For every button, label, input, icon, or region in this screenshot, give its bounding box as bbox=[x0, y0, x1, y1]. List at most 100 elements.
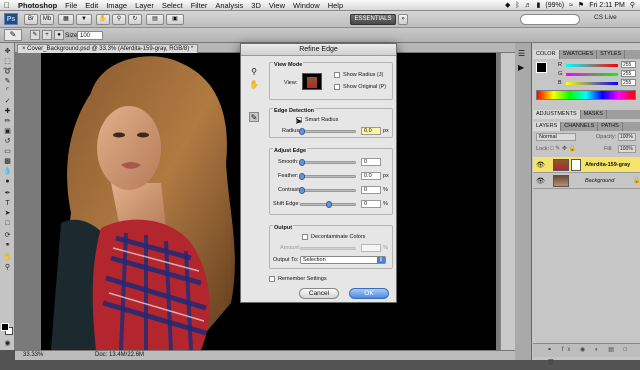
hand-tool-icon[interactable]: ✋ bbox=[96, 14, 110, 25]
bridge-icon[interactable]: Br bbox=[24, 14, 38, 25]
smooth-value-field[interactable]: 0 bbox=[361, 158, 381, 166]
new-selection-icon[interactable]: ✎ bbox=[30, 30, 40, 40]
tab-styles[interactable]: STYLES bbox=[597, 50, 626, 59]
refine-radius-tool-icon[interactable]: ✎ bbox=[249, 112, 259, 122]
green-slider[interactable] bbox=[566, 73, 618, 76]
ok-button[interactable]: OK bbox=[349, 288, 389, 299]
dodge-tool-icon[interactable]: ● bbox=[2, 177, 13, 186]
hand-tool-icon[interactable]: ✋ bbox=[249, 80, 259, 90]
menu-analysis[interactable]: Analysis bbox=[211, 1, 247, 10]
radius-slider[interactable] bbox=[299, 128, 356, 135]
opacity-field[interactable]: 100% bbox=[618, 133, 636, 141]
view-mode-thumbnail[interactable] bbox=[302, 73, 322, 90]
show-radius-checkbox[interactable] bbox=[334, 72, 340, 78]
tab-color[interactable]: COLOR bbox=[533, 50, 560, 59]
output-to-select[interactable]: Selection ⇕ bbox=[300, 256, 386, 264]
tab-adjustments[interactable]: ADJUSTMENTS bbox=[533, 110, 581, 119]
search-field[interactable] bbox=[520, 14, 580, 25]
tab-paths[interactable]: PATHS bbox=[598, 122, 623, 131]
zoom-tool-icon[interactable]: ⚲ bbox=[249, 67, 259, 77]
arrange-documents-icon[interactable]: ▤ bbox=[146, 14, 164, 25]
workspace-more-icon[interactable]: » bbox=[398, 14, 408, 25]
feather-slider[interactable] bbox=[299, 173, 356, 180]
cs-live-button[interactable]: CS Live bbox=[594, 14, 617, 21]
3d-rotate-tool-icon[interactable]: ⟳ bbox=[2, 231, 13, 240]
smooth-slider[interactable] bbox=[299, 159, 356, 166]
history-brush-tool-icon[interactable]: ↺ bbox=[2, 137, 13, 146]
show-original-checkbox[interactable] bbox=[334, 84, 340, 90]
menu-edit[interactable]: Edit bbox=[81, 1, 102, 10]
quick-selection-tool-icon[interactable]: ✎ bbox=[2, 77, 13, 86]
decontaminate-colors-checkbox[interactable] bbox=[302, 234, 308, 240]
eyedropper-tool-icon[interactable]: ✓ bbox=[2, 97, 13, 106]
move-tool-icon[interactable]: ✥ bbox=[2, 47, 13, 56]
history-panel-icon[interactable]: ☰ bbox=[518, 49, 525, 58]
zoom-tool-icon[interactable]: ⚲ bbox=[2, 263, 13, 272]
menu-app-name[interactable]: Photoshop bbox=[14, 1, 61, 10]
tab-swatches[interactable]: SWATCHES bbox=[560, 50, 598, 59]
dropbox-icon[interactable]: ◆ bbox=[505, 1, 510, 9]
document-tab[interactable]: × Cover_Background.psd @ 33.3% (Aferdita… bbox=[17, 44, 199, 53]
foreground-color-swatch[interactable] bbox=[1, 323, 9, 331]
clock[interactable]: Fri 2:11 PM bbox=[589, 2, 625, 9]
menu-file[interactable]: File bbox=[61, 1, 81, 10]
document-info[interactable]: Doc: 13.4M/22.6M bbox=[95, 352, 144, 358]
cancel-button[interactable]: Cancel bbox=[299, 288, 339, 299]
battery-icon[interactable]: ▮ bbox=[537, 1, 541, 9]
red-slider[interactable] bbox=[566, 64, 618, 67]
shift-edge-slider-knob[interactable] bbox=[326, 201, 332, 208]
blue-value[interactable]: 255 bbox=[621, 79, 636, 86]
contrast-slider-knob[interactable] bbox=[299, 187, 305, 194]
input-flag-icon[interactable]: ⚑ bbox=[578, 1, 584, 9]
marquee-tool-icon[interactable]: ⬚ bbox=[2, 57, 13, 66]
brush-picker-icon[interactable]: ● bbox=[54, 30, 64, 40]
menu-image[interactable]: Image bbox=[102, 1, 131, 10]
zoom-readout[interactable]: 33.33% bbox=[23, 352, 43, 358]
tool-preset-picker[interactable]: ✎ bbox=[4, 29, 22, 41]
fill-field[interactable]: 100% bbox=[618, 145, 636, 153]
eraser-tool-icon[interactable]: ▭ bbox=[2, 147, 13, 156]
contrast-value-field[interactable]: 0 bbox=[361, 186, 381, 194]
red-value[interactable]: 255 bbox=[621, 61, 636, 68]
path-selection-tool-icon[interactable]: ➤ bbox=[2, 209, 13, 218]
feather-value-field[interactable]: 0.0 bbox=[361, 172, 381, 180]
layers-footer-icons[interactable]: ⚭ fx ◉ ◐ ▤ □ 🗑 bbox=[533, 343, 640, 366]
shift-edge-slider[interactable] bbox=[300, 201, 356, 208]
zoom-tool-icon[interactable]: ⚲ bbox=[112, 14, 126, 25]
menu-window[interactable]: Window bbox=[289, 1, 324, 10]
menu-3d[interactable]: 3D bbox=[247, 1, 265, 10]
smooth-slider-knob[interactable] bbox=[299, 159, 305, 166]
size-field[interactable]: 100 bbox=[77, 31, 103, 40]
shape-tool-icon[interactable]: □ bbox=[2, 219, 13, 228]
layer-row-aferdita[interactable]: 👁 Aferdita-159-gray bbox=[533, 157, 640, 173]
menu-filter[interactable]: Filter bbox=[187, 1, 212, 10]
tab-masks[interactable]: MASKS bbox=[581, 110, 607, 119]
brush-tool-icon[interactable]: ✏ bbox=[2, 117, 13, 126]
volume-icon[interactable]: ♬ bbox=[525, 2, 532, 9]
radius-slider-knob[interactable] bbox=[299, 128, 305, 135]
layer-name[interactable]: Background bbox=[585, 178, 614, 184]
menu-select[interactable]: Select bbox=[158, 1, 187, 10]
bluetooth-icon[interactable]: ᛒ bbox=[515, 2, 519, 9]
zoom-level-icon[interactable]: ▼ bbox=[76, 14, 92, 25]
pen-tool-icon[interactable]: ✒ bbox=[2, 189, 13, 198]
3d-orbit-tool-icon[interactable]: ⚭ bbox=[2, 241, 13, 250]
tab-layers[interactable]: LAYERS bbox=[533, 122, 562, 131]
blend-mode-select[interactable]: Normal bbox=[536, 133, 576, 141]
type-tool-icon[interactable]: T bbox=[2, 199, 13, 208]
layer-name[interactable]: Aferdita-159-gray bbox=[585, 162, 630, 168]
blur-tool-icon[interactable]: 💧 bbox=[2, 167, 13, 176]
color-panel-foreground[interactable] bbox=[536, 62, 547, 73]
menu-view[interactable]: View bbox=[265, 1, 289, 10]
layer-row-background[interactable]: 👁 Background 🔒 bbox=[533, 173, 640, 189]
workspace-switcher[interactable]: ESSENTIALS bbox=[350, 14, 396, 25]
spotlight-icon[interactable]: ⚲ bbox=[630, 1, 635, 9]
green-value[interactable]: 255 bbox=[621, 70, 636, 77]
apple-icon[interactable]:  bbox=[0, 1, 14, 10]
radius-value-field[interactable]: 0.0 bbox=[361, 127, 381, 135]
extras-icon[interactable]: ▦ bbox=[58, 14, 74, 25]
lasso-tool-icon[interactable]: ➰ bbox=[2, 67, 13, 76]
menu-layer[interactable]: Layer bbox=[131, 1, 158, 10]
remember-settings-checkbox[interactable] bbox=[269, 276, 275, 282]
quick-mask-icon[interactable]: ◉ bbox=[2, 339, 13, 348]
